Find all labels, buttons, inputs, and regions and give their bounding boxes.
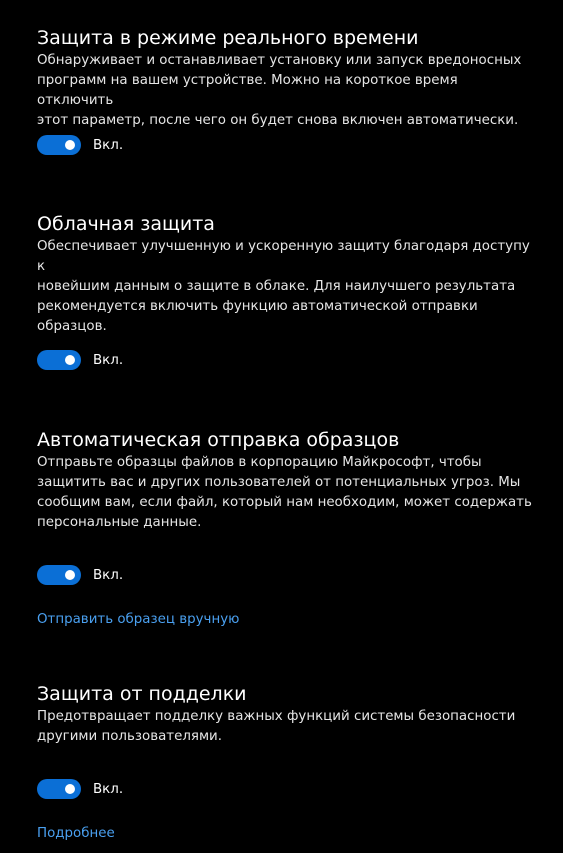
sample-submission-toggle[interactable]: [37, 565, 81, 585]
toggle-knob: [65, 355, 75, 365]
toggle-state-label: Вкл.: [93, 137, 124, 153]
submit-sample-manually-link[interactable]: Отправить образец вручную: [37, 612, 239, 627]
toggle-knob: [65, 784, 75, 794]
section-title-realtime-protection: Защита в режиме реального времени: [37, 27, 419, 49]
section-description-sample-submission: Отправьте образцы файлов в корпорацию Ма…: [37, 455, 532, 530]
toggle-state-label: Вкл.: [93, 352, 124, 368]
section-realtime-protection: Защита в режиме реального времени Обнару…: [37, 26, 537, 131]
toggle-row-tamper-protection: Вкл.: [37, 779, 123, 799]
section-tamper-protection: Защита от подделки Предотвращает подделк…: [37, 682, 537, 747]
section-description-cloud-protection: Обеспечивает улучшенную и ускоренную защ…: [37, 239, 530, 334]
section-title-cloud-protection: Облачная защита: [37, 213, 215, 235]
toggle-knob: [65, 140, 75, 150]
toggle-knob: [65, 570, 75, 580]
section-description-realtime-protection: Обнаруживает и останавливает установку и…: [37, 53, 522, 128]
toggle-row-cloud-protection: Вкл.: [37, 350, 123, 370]
section-title-tamper-protection: Защита от подделки: [37, 683, 247, 705]
realtime-protection-toggle[interactable]: [37, 135, 81, 155]
section-sample-submission: Автоматическая отправка образцов Отправь…: [37, 428, 537, 533]
section-description-tamper-protection: Предотвращает подделку важных функций си…: [37, 709, 516, 744]
learn-more-link[interactable]: Подробнее: [37, 826, 115, 841]
section-title-sample-submission: Автоматическая отправка образцов: [37, 429, 400, 451]
toggle-row-realtime-protection: Вкл.: [37, 135, 123, 155]
toggle-row-sample-submission: Вкл.: [37, 565, 123, 585]
toggle-state-label: Вкл.: [93, 781, 124, 797]
toggle-state-label: Вкл.: [93, 567, 124, 583]
cloud-protection-toggle[interactable]: [37, 350, 81, 370]
tamper-protection-toggle[interactable]: [37, 779, 81, 799]
section-cloud-protection: Облачная защита Обеспечивает улучшенную …: [37, 212, 537, 337]
